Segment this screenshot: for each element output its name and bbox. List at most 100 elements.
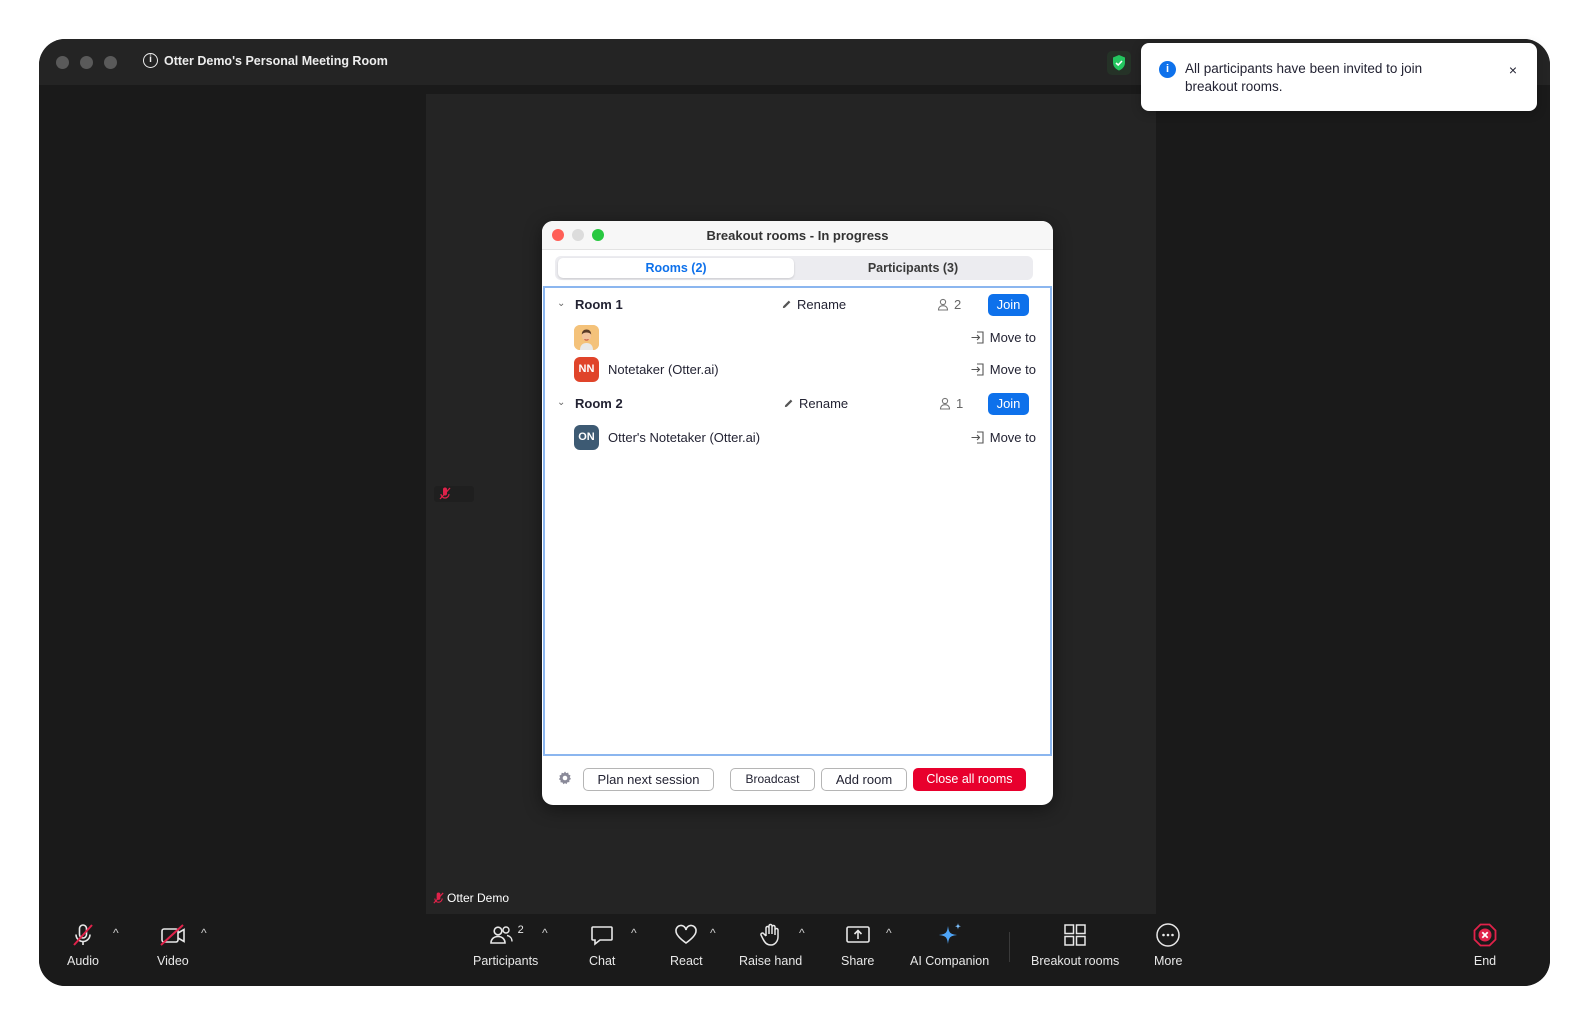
participant-row: NN Notetaker (Otter.ai) Move to	[545, 357, 1050, 382]
share-button[interactable]: Share	[841, 922, 874, 968]
react-label: React	[670, 954, 703, 968]
add-room-button[interactable]: Add room	[821, 768, 907, 791]
tab-rooms[interactable]: Rooms (2)	[558, 258, 794, 278]
breakout-rooms-icon	[1064, 924, 1086, 946]
encryption-shield-icon[interactable]	[1107, 51, 1131, 75]
move-to-label: Move to	[989, 330, 1036, 345]
breakout-rooms-dialog: Breakout rooms - In progress Rooms (2) P…	[542, 221, 1053, 805]
breakout-rooms-button[interactable]: Breakout rooms	[1031, 922, 1119, 968]
pencil-icon	[784, 399, 793, 408]
window-minimize-button[interactable]	[80, 56, 93, 69]
chat-options-chevron-icon[interactable]: ^	[631, 926, 637, 940]
user-photo-icon	[574, 325, 599, 350]
person-icon	[937, 298, 949, 311]
participants-label: Participants	[473, 954, 539, 968]
dialog-title: Breakout rooms - In progress	[706, 228, 889, 243]
react-button[interactable]: React	[670, 922, 703, 968]
chat-icon	[591, 926, 614, 946]
close-icon[interactable]: ×	[1509, 62, 1517, 78]
chevron-down-icon[interactable]: ⌄	[557, 298, 565, 309]
chat-button[interactable]: Chat	[589, 922, 615, 968]
share-screen-icon	[845, 926, 870, 943]
room-name: Room 1	[575, 297, 623, 312]
raise-hand-options-chevron-icon[interactable]: ^	[799, 926, 805, 940]
info-icon[interactable]: i	[143, 53, 158, 68]
person-icon	[939, 397, 951, 410]
participants-button[interactable]: 2 Participants	[473, 922, 538, 968]
self-name-tag: Otter Demo	[432, 891, 509, 905]
move-to-icon	[971, 363, 984, 376]
tab-participants[interactable]: Participants (3)	[795, 258, 1031, 278]
video-label: Video	[157, 954, 189, 968]
move-to-label: Move to	[989, 430, 1036, 445]
mute-indicator	[434, 486, 474, 502]
room-name: Room 2	[575, 396, 623, 411]
move-to-icon	[971, 331, 984, 344]
participant-row: ON Otter's Notetaker (Otter.ai) Move to	[545, 425, 1050, 450]
join-room-button[interactable]: Join	[988, 294, 1029, 316]
ai-companion-label: AI Companion	[910, 954, 990, 968]
audio-label: Audio	[67, 954, 99, 968]
end-button[interactable]: End	[1472, 922, 1498, 968]
meeting-info[interactable]: i Otter Demo's Personal Meeting Room	[143, 53, 388, 68]
rename-button[interactable]: Rename	[783, 396, 848, 411]
avatar	[574, 325, 599, 350]
room-row[interactable]: ⌄ Room 1 Rename 2 Join	[545, 293, 1050, 317]
video-off-icon	[160, 924, 185, 946]
window-close-button[interactable]	[56, 56, 69, 69]
muted-mic-icon	[433, 891, 444, 904]
react-options-chevron-icon[interactable]: ^	[710, 926, 716, 940]
room-row[interactable]: ⌄ Room 2 Rename 1 Join	[545, 392, 1050, 416]
room-count-value: 1	[956, 396, 964, 411]
meeting-toolbar: Audio ^ Video ^ 2 Participants ^ Chat ^ …	[39, 914, 1550, 986]
toolbar-divider	[1009, 932, 1010, 962]
muted-mic-icon	[73, 924, 93, 946]
move-to-icon	[971, 431, 984, 444]
join-room-button[interactable]: Join	[988, 393, 1029, 415]
participants-options-chevron-icon[interactable]: ^	[542, 926, 548, 940]
broadcast-button[interactable]: Broadcast	[730, 768, 815, 791]
breakout-rooms-label: Breakout rooms	[1031, 954, 1120, 968]
window-title: Otter Demo's Personal Meeting Room	[164, 53, 388, 68]
participants-icon	[489, 926, 513, 944]
raise-hand-button[interactable]: Raise hand	[739, 922, 802, 968]
participant-row: Move to	[545, 325, 1050, 350]
room-participant-count: 1	[939, 396, 963, 411]
chevron-down-icon[interactable]: ⌄	[557, 397, 565, 408]
audio-options-chevron-icon[interactable]: ^	[113, 926, 119, 940]
participant-name: Otter's Notetaker (Otter.ai)	[608, 430, 761, 445]
participants-count: 2	[517, 924, 524, 936]
heart-icon	[675, 924, 698, 944]
pencil-icon	[782, 300, 791, 309]
window-zoom-button[interactable]	[104, 56, 117, 69]
share-options-chevron-icon[interactable]: ^	[886, 926, 892, 940]
move-to-button[interactable]: Move to	[970, 362, 1036, 377]
video-button[interactable]: Video	[157, 922, 189, 968]
more-label: More	[1154, 954, 1183, 968]
avatar: ON	[574, 425, 599, 450]
end-label: End	[1473, 954, 1497, 968]
room-count-value: 2	[954, 297, 962, 312]
share-label: Share	[841, 954, 875, 968]
video-options-chevron-icon[interactable]: ^	[201, 926, 207, 940]
raise-hand-label: Raise hand	[739, 954, 803, 968]
rename-button[interactable]: Rename	[781, 297, 846, 312]
room-participant-count: 2	[937, 297, 961, 312]
plan-next-session-button[interactable]: Plan next session	[583, 768, 714, 791]
ai-companion-button[interactable]: AI Companion	[910, 922, 989, 968]
rename-label: Rename	[799, 396, 849, 411]
gear-icon[interactable]	[557, 770, 574, 787]
sparkle-icon	[938, 923, 961, 944]
close-all-rooms-button[interactable]: Close all rooms	[913, 768, 1026, 791]
move-to-label: Move to	[989, 362, 1036, 377]
chat-label: Chat	[589, 954, 616, 968]
notification-toast: i All participants have been invited to …	[1141, 43, 1537, 111]
move-to-button[interactable]: Move to	[970, 430, 1036, 445]
more-button[interactable]: More	[1154, 922, 1182, 968]
participant-name: Notetaker (Otter.ai)	[608, 362, 719, 377]
audio-button[interactable]: Audio	[67, 922, 99, 968]
tab-switcher: Rooms (2) Participants (3)	[555, 256, 1033, 280]
move-to-button[interactable]: Move to	[970, 330, 1036, 345]
info-icon: i	[1159, 61, 1176, 78]
rooms-list: ⌄ Room 1 Rename 2 Join Move to NN Noteta…	[543, 286, 1052, 756]
